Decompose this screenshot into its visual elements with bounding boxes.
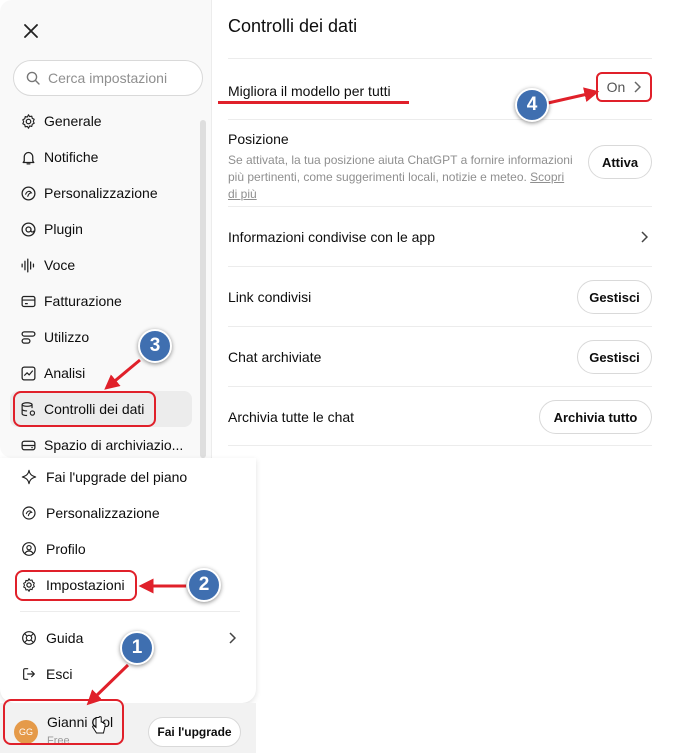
manage-archived-chats-button[interactable]: Gestisci <box>577 340 652 374</box>
step-badge-2: 2 <box>187 568 221 602</box>
plugin-icon <box>19 220 37 238</box>
sidebar-item-label: Plugin <box>44 221 83 237</box>
usage-icon <box>19 328 37 346</box>
help-icon <box>20 629 38 647</box>
sidebar-item-label: Analisi <box>44 365 86 381</box>
chevron-right-icon <box>641 231 648 243</box>
settings-search[interactable] <box>13 60 203 96</box>
improve-model-value: On <box>606 79 626 95</box>
sidebar-item-label: Generale <box>44 113 102 129</box>
highlight-user <box>3 699 124 745</box>
sidebar-item-label: Personalizzazione <box>44 185 158 201</box>
close-icon <box>24 24 38 38</box>
menu-item-upgrade-plan[interactable]: Fai l'upgrade del piano <box>20 462 187 492</box>
card-icon <box>19 292 37 310</box>
shared-links-label: Link condivisi <box>228 289 312 305</box>
menu-item-esci[interactable]: Esci <box>20 659 72 689</box>
step-badge-3: 3 <box>138 329 172 363</box>
sparkle-icon <box>20 468 38 486</box>
highlight-impostazioni <box>15 570 137 601</box>
shared-links-row: Link condivisi Gestisci <box>228 266 652 326</box>
upgrade-button[interactable]: Fai l'upgrade <box>148 717 241 747</box>
improve-model-toggle[interactable]: On <box>596 72 652 102</box>
shared-info-label: Informazioni condivise con le app <box>228 229 436 245</box>
logout-icon <box>20 665 38 683</box>
gear-icon <box>19 112 37 130</box>
search-input[interactable] <box>48 70 188 86</box>
location-label: Posizione <box>228 131 289 147</box>
chart-icon <box>19 364 37 382</box>
step-badge-4: 4 <box>515 88 549 122</box>
sidebar-scrollbar[interactable] <box>200 120 206 458</box>
sidebar-item-label: Utilizzo <box>44 329 90 345</box>
sidebar-item-analisi[interactable]: Analisi <box>10 355 192 391</box>
profile-icon <box>20 540 38 558</box>
sidebar-item-voce[interactable]: Voce <box>10 247 192 283</box>
sidebar-item-spazio-di-archiviazione[interactable]: Spazio di archiviazio... <box>10 427 192 458</box>
location-description: Se attivata, la tua posizione aiuta Chat… <box>228 153 573 201</box>
personalization-icon <box>19 184 37 202</box>
personalization-icon <box>20 504 38 522</box>
step-badge-1: 1 <box>120 631 154 665</box>
voice-icon <box>19 256 37 274</box>
sidebar-item-fatturazione[interactable]: Fatturazione <box>10 283 192 319</box>
archive-all-button[interactable]: Archivia tutto <box>539 400 652 434</box>
highlight-controlli-dei-dati <box>13 391 156 427</box>
improve-model-row[interactable]: Migliora il modello per tutti <box>228 58 652 119</box>
menu-item-personalizzazione[interactable]: Personalizzazione <box>20 498 160 528</box>
sidebar-item-label: Notifiche <box>44 149 99 165</box>
archive-all-label: Archivia tutte le chat <box>228 409 355 425</box>
settings-sidebar: Generale Notifiche Personalizzazione Plu… <box>0 0 212 458</box>
settings-modal: Generale Notifiche Personalizzazione Plu… <box>0 0 670 458</box>
settings-content: Controlli dei dati Migliora il modello p… <box>228 0 652 458</box>
sidebar-item-label: Voce <box>44 257 76 273</box>
archived-chats-row: Chat archiviate Gestisci <box>228 326 652 386</box>
close-button[interactable] <box>18 18 44 44</box>
highlight-improve-model <box>218 101 409 104</box>
archived-chats-label: Chat archiviate <box>228 349 322 365</box>
sidebar-item-label: Spazio di archiviazio... <box>44 437 184 453</box>
bell-icon <box>19 148 37 166</box>
manage-shared-links-button[interactable]: Gestisci <box>577 280 652 314</box>
location-row: Posizione Se attivata, la tua posizione … <box>228 119 652 206</box>
sidebar-item-personalizzazione[interactable]: Personalizzazione <box>10 175 192 211</box>
sidebar-item-label: Fatturazione <box>44 293 122 309</box>
sidebar-item-plugin[interactable]: Plugin <box>10 211 192 247</box>
chevron-right-icon <box>634 81 642 93</box>
sidebar-item-notifiche[interactable]: Notifiche <box>10 139 192 175</box>
menu-item-profilo[interactable]: Profilo <box>20 534 86 564</box>
chevron-right-icon <box>229 632 236 644</box>
location-activate-button[interactable]: Attiva <box>588 145 652 179</box>
storage-icon <box>19 436 37 454</box>
sidebar-item-generale[interactable]: Generale <box>10 103 192 139</box>
page-title: Controlli dei dati <box>228 16 358 36</box>
shared-info-row[interactable]: Informazioni condivise con le app <box>228 206 652 266</box>
improve-model-label: Migliora il modello per tutti <box>228 83 391 99</box>
menu-divider <box>20 611 240 612</box>
archive-all-row: Archivia tutte le chat Archivia tutto <box>228 386 652 446</box>
search-icon <box>26 71 40 85</box>
